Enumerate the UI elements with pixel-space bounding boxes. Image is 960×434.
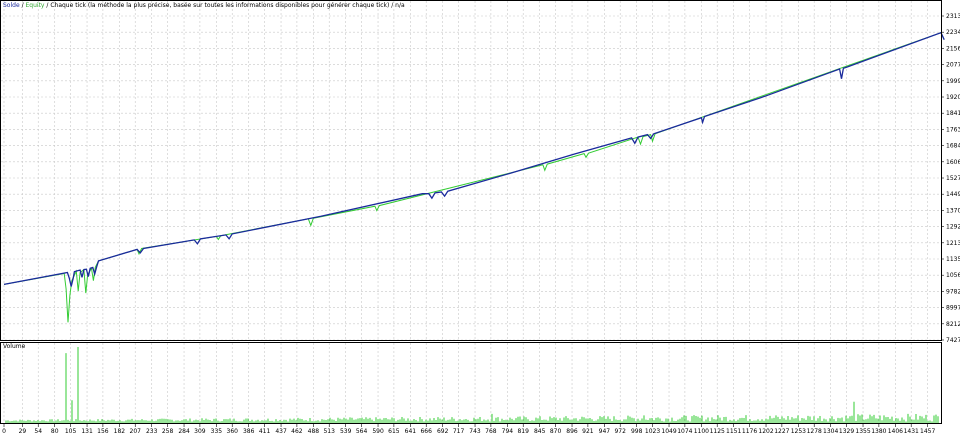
y-tick-label: 8212 — [946, 321, 960, 328]
x-tick-label: 1125 — [710, 428, 725, 434]
x-tick-label: 1023 — [645, 428, 660, 434]
x-tick-label: 360 — [227, 428, 239, 434]
y-tick-label: 19990 — [946, 78, 960, 85]
x-tick-label: 1151 — [726, 428, 741, 434]
x-tick-label: 462 — [291, 428, 303, 434]
x-tick-label: 641 — [405, 428, 417, 434]
y-tick-label: 12138 — [946, 240, 960, 247]
x-tick-label: 29 — [19, 428, 27, 434]
x-tick-label: 182 — [114, 428, 126, 434]
y-tick-label: 14493 — [946, 191, 960, 198]
x-tick-label: 411 — [259, 428, 271, 434]
x-tick-label: 386 — [243, 428, 255, 434]
y-tick-label: 17634 — [946, 126, 960, 133]
x-tick-label: 794 — [502, 428, 514, 434]
x-tick-label: 156 — [97, 428, 109, 434]
y-tick-label: 16849 — [946, 143, 960, 150]
x-tick-label: 0 — [2, 428, 6, 434]
y-tick-label: 16064 — [946, 159, 960, 166]
x-tick-label: 998 — [631, 428, 643, 434]
x-tick-label: 1049 — [661, 428, 676, 434]
x-tick-label: 539 — [340, 428, 352, 434]
x-tick-label: 590 — [372, 428, 384, 434]
x-tick-label: 1406 — [888, 428, 903, 434]
x-tick-label: 335 — [211, 428, 223, 434]
y-tick-label: 8997 — [946, 305, 960, 312]
x-tick-label: 1457 — [920, 428, 935, 434]
x-tick-label: 896 — [566, 428, 578, 434]
x-tick-label: 1253 — [791, 428, 806, 434]
x-tick-label: 1355 — [855, 428, 870, 434]
x-tick-label: 743 — [469, 428, 481, 434]
x-tick-label: 870 — [550, 428, 562, 434]
x-tick-label: 692 — [437, 428, 449, 434]
x-tick-label: 233 — [146, 428, 158, 434]
x-tick-label: 1100 — [694, 428, 709, 434]
x-tick-label: 131 — [81, 428, 93, 434]
y-tick-label: 12923 — [946, 224, 960, 231]
y-tick-label: 11353 — [946, 256, 960, 263]
x-tick-label: 921 — [582, 428, 594, 434]
legend-solde: Solde — [3, 2, 20, 9]
x-tick-label: 666 — [420, 428, 432, 434]
strategy-tester-graph: 7427 8212 8997 9782 10567 11353 12138 12923 1370… — [0, 0, 960, 434]
y-tick-label: 15278 — [946, 175, 960, 182]
y-tick-label: 9782 — [946, 288, 960, 295]
x-tick-label: 437 — [275, 428, 287, 434]
chart-header: Solde / Equity / Chaque tick (la méthode… — [3, 2, 405, 9]
x-tick-label: 488 — [308, 428, 320, 434]
x-tick-label: 1278 — [807, 428, 822, 434]
x-tick-label: 258 — [162, 428, 174, 434]
x-tick-label: 845 — [534, 428, 546, 434]
x-tick-label: 284 — [178, 428, 190, 434]
x-tick-label: 564 — [356, 428, 368, 434]
y-tick-label: 21560 — [946, 45, 960, 52]
header-description: / Chaque tick (la méthode la plus précis… — [44, 2, 405, 9]
x-tick-label: 1304 — [823, 428, 838, 434]
x-tick-label: 819 — [517, 428, 529, 434]
y-tick-label: 7427 — [946, 337, 960, 344]
x-tick-label: 1329 — [839, 428, 854, 434]
x-tick-label: 1202 — [758, 428, 773, 434]
x-tick-label: 80 — [51, 428, 59, 434]
x-tick-label: 105 — [65, 428, 77, 434]
x-tick-label: 972 — [614, 428, 626, 434]
y-tick-label: 18419 — [946, 110, 960, 117]
y-tick-label: 22345 — [946, 29, 960, 36]
x-tick-label: 615 — [388, 428, 400, 434]
y-tick-label: 23130 — [946, 13, 960, 20]
x-tick-label: 717 — [453, 428, 465, 434]
x-tick-label: 54 — [34, 428, 42, 434]
x-tick-label: 1380 — [871, 428, 886, 434]
x-tick-label: 513 — [323, 428, 335, 434]
y-tick-label: 19204 — [946, 94, 960, 101]
volume-pane-title: Volume — [3, 343, 26, 350]
legend-equity: Equity — [26, 2, 45, 9]
x-tick-label: 947 — [599, 428, 611, 434]
x-tick-label: 1431 — [904, 428, 919, 434]
x-tick-label: 207 — [130, 428, 142, 434]
y-tick-label: 13708 — [946, 207, 960, 214]
x-tick-label: 768 — [485, 428, 497, 434]
y-tick-label: 20775 — [946, 62, 960, 69]
x-tick-label: 309 — [194, 428, 206, 434]
x-tick-label: 1074 — [677, 428, 692, 434]
x-tick-label: 1176 — [742, 428, 757, 434]
chart-background — [0, 0, 960, 434]
y-tick-label: 10567 — [946, 272, 960, 279]
x-tick-label: 1227 — [774, 428, 789, 434]
